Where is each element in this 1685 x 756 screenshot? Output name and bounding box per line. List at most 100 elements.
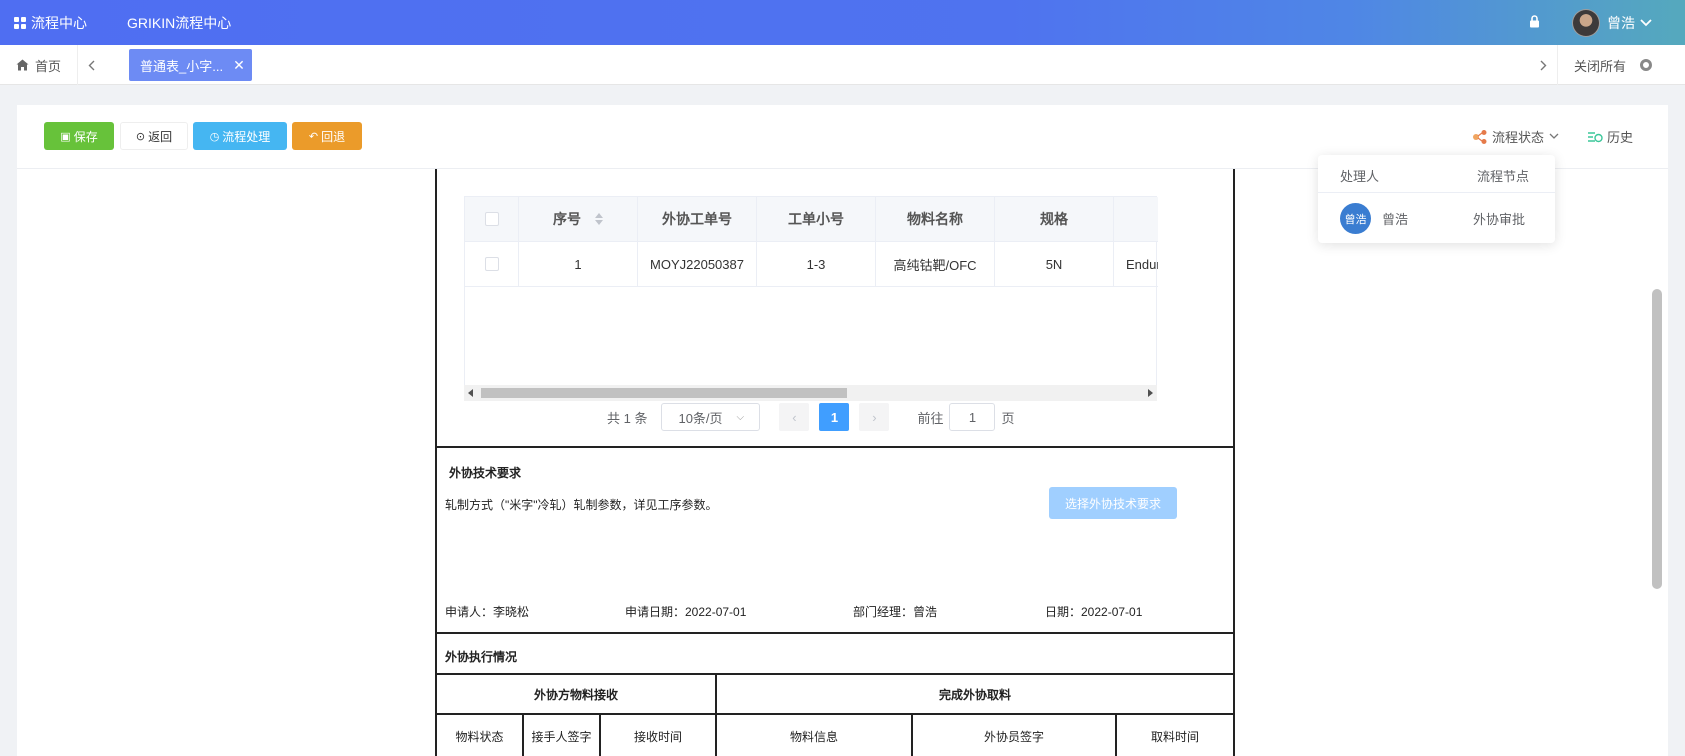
cell-order-no: MOYJ22050387 (638, 242, 757, 286)
col-pickup-time: 取料时间 (1150, 730, 1199, 744)
goto-label: 前往 (917, 410, 944, 426)
user-menu[interactable]: 曾浩 (1572, 6, 1652, 39)
handler-name: 曾浩 (1382, 212, 1409, 227)
back-button[interactable]: ⊙ 返回 (120, 122, 188, 150)
apply-date: 申请日期：2022-07-01 (625, 605, 747, 619)
cell-index: 1 (519, 242, 638, 286)
execution-title: 外协执行情况 (445, 650, 518, 664)
table-header: 序号 外协工单号 工单小号 物料名称 规格 (465, 197, 1158, 242)
pagination: 共 1 条 10条/页 ⌵ ‹ 1 › 前往 1 页 (607, 402, 1015, 432)
total-count: 共 1 条 (607, 410, 648, 426)
next-page-button[interactable]: › (859, 403, 890, 431)
lock-icon[interactable] (1529, 15, 1540, 28)
form-document: 序号 外协工单号 工单小号 物料名称 规格 1 MOYJ22050387 1-3… (435, 169, 1235, 756)
col-receive-time: 接收时间 (601, 715, 717, 756)
scroll-right-icon[interactable] (1148, 389, 1153, 397)
chevron-down-icon (1549, 133, 1559, 139)
flow-status-popover: 处理人 流程节点 曾浩 曾浩 外协审批 (1318, 155, 1555, 243)
prev-page-button[interactable]: ‹ (779, 403, 810, 431)
flow-icon (1473, 129, 1487, 144)
tech-description: 轧制方式（"米字"冷轧）轧制参数，详见工序参数。 (445, 498, 718, 512)
cell-material: 高纯钴靶/OFC (876, 242, 995, 286)
execution-column-row: 物料状态 接手人签字 接收时间 物料信息 外协员签字 取料时间 (437, 713, 1233, 756)
col-staff-sign: 外协员签字 (913, 715, 1117, 756)
circle-icon (1640, 59, 1653, 71)
close-icon[interactable]: ✕ (233, 57, 245, 74)
apps-grid-icon (14, 16, 26, 29)
group-pickup: 完成外协取料 (938, 687, 1011, 702)
user-avatar (1572, 8, 1600, 37)
column-header-spec: 规格 (995, 197, 1114, 241)
brand[interactable]: 流程中心 (14, 0, 87, 45)
popover-header: 处理人 流程节点 (1318, 155, 1555, 193)
scroll-thumb[interactable] (481, 388, 847, 398)
history-label: 历史 (1607, 130, 1634, 145)
flow-status-dropdown[interactable]: 流程状态 (1472, 127, 1559, 146)
popover-col-handler: 处理人 (1340, 169, 1380, 184)
tab-bar: 首页 普通表_小字... ✕ 关闭所有 (0, 45, 1685, 85)
applicant: 申请人：李晓松 (445, 605, 530, 619)
tabs-prev-button[interactable] (78, 45, 104, 85)
cell-spec: 5N (995, 242, 1114, 286)
brand-label: 流程中心 (31, 14, 87, 31)
tab-home-label: 首页 (34, 58, 61, 74)
vertical-scrollbar[interactable] (1652, 289, 1662, 589)
history-icon (1588, 131, 1603, 142)
history-button[interactable]: 历史 (1587, 127, 1633, 146)
flow-node: 外协审批 (1473, 212, 1526, 227)
col-material-status: 物料状态 (437, 715, 524, 756)
row-select-cell (465, 242, 519, 286)
tab-active-label: 普通表_小字... (140, 58, 224, 74)
chevron-left-icon (88, 60, 94, 70)
material-table: 序号 外协工单号 工单小号 物料名称 规格 1 MOYJ22050387 1-3… (464, 196, 1158, 394)
flow-status-label: 流程状态 (1492, 130, 1545, 145)
tabs-next-button[interactable] (1530, 45, 1556, 85)
reject-label: 回退 (321, 129, 346, 144)
save-icon: ▣ (60, 130, 71, 143)
system-name: GRIKIN流程中心 (127, 14, 232, 31)
tab-home[interactable]: 首页 (0, 45, 78, 85)
sort-icon[interactable] (595, 213, 603, 225)
col-receiver-sign: 接手人签字 (524, 715, 601, 756)
reject-button[interactable]: ↶ 回退 (292, 122, 362, 150)
column-header-index[interactable]: 序号 (519, 197, 638, 241)
tech-requirement-section: 外协技术要求 轧制方式（"米字"冷轧）轧制参数，详见工序参数。 选择外协技术要求… (437, 446, 1233, 632)
chevron-down-icon (1640, 18, 1652, 26)
process-button[interactable]: ◷ 流程处理 (193, 122, 287, 150)
execution-group-row: 外协方物料接收 完成外协取料 (437, 673, 1233, 713)
chevron-right-icon (1540, 60, 1546, 70)
page-unit-label: 页 (1001, 410, 1015, 426)
process-label: 流程处理 (222, 129, 271, 144)
column-header-material: 物料名称 (876, 197, 995, 241)
home-icon (16, 59, 29, 71)
tab-active[interactable]: 普通表_小字... ✕ (129, 49, 252, 81)
back-circle-icon: ⊙ (135, 130, 146, 143)
table-row[interactable]: 1 MOYJ22050387 1-3 高纯钴靶/OFC 5N Endur (465, 242, 1158, 287)
handler-avatar: 曾浩 (1340, 203, 1371, 234)
page-number-current[interactable]: 1 (819, 403, 850, 431)
group-receive: 外协方物料接收 (437, 675, 717, 713)
popover-row: 曾浩 曾浩 外协审批 (1318, 193, 1555, 243)
tech-title: 外协技术要求 (449, 466, 522, 480)
horizontal-scrollbar[interactable] (464, 385, 1157, 401)
col-material-info: 物料信息 (717, 715, 913, 756)
clock-icon: ◷ (209, 130, 220, 143)
save-button[interactable]: ▣ 保存 (44, 122, 114, 150)
page-size-select[interactable]: 10条/页 ⌵ (661, 403, 761, 431)
row-checkbox[interactable] (484, 257, 499, 271)
cell-extra: Endur (1126, 256, 1158, 272)
select-tech-requirement-button[interactable]: 选择外协技术要求 (1049, 487, 1177, 519)
user-name: 曾浩 (1607, 14, 1635, 31)
goto-page-input[interactable]: 1 (949, 403, 996, 431)
cell-sub-no: 1-3 (757, 242, 876, 286)
select-all-checkbox[interactable] (484, 212, 499, 226)
column-header-order-no: 外协工单号 (638, 197, 757, 241)
close-all-label: 关闭所有 (1574, 58, 1627, 74)
popover-col-node: 流程节点 (1477, 169, 1530, 184)
top-bar: 流程中心 GRIKIN流程中心 曾浩 (0, 0, 1685, 45)
column-header-extra (1114, 197, 1158, 241)
execution-section: 外协执行情况 外协方物料接收 完成外协取料 物料状态 接手人签字 接收时间 物料… (437, 632, 1233, 756)
close-all-tabs-button[interactable]: 关闭所有 (1557, 45, 1685, 85)
scroll-left-icon[interactable] (468, 389, 473, 397)
save-label: 保存 (73, 129, 98, 144)
